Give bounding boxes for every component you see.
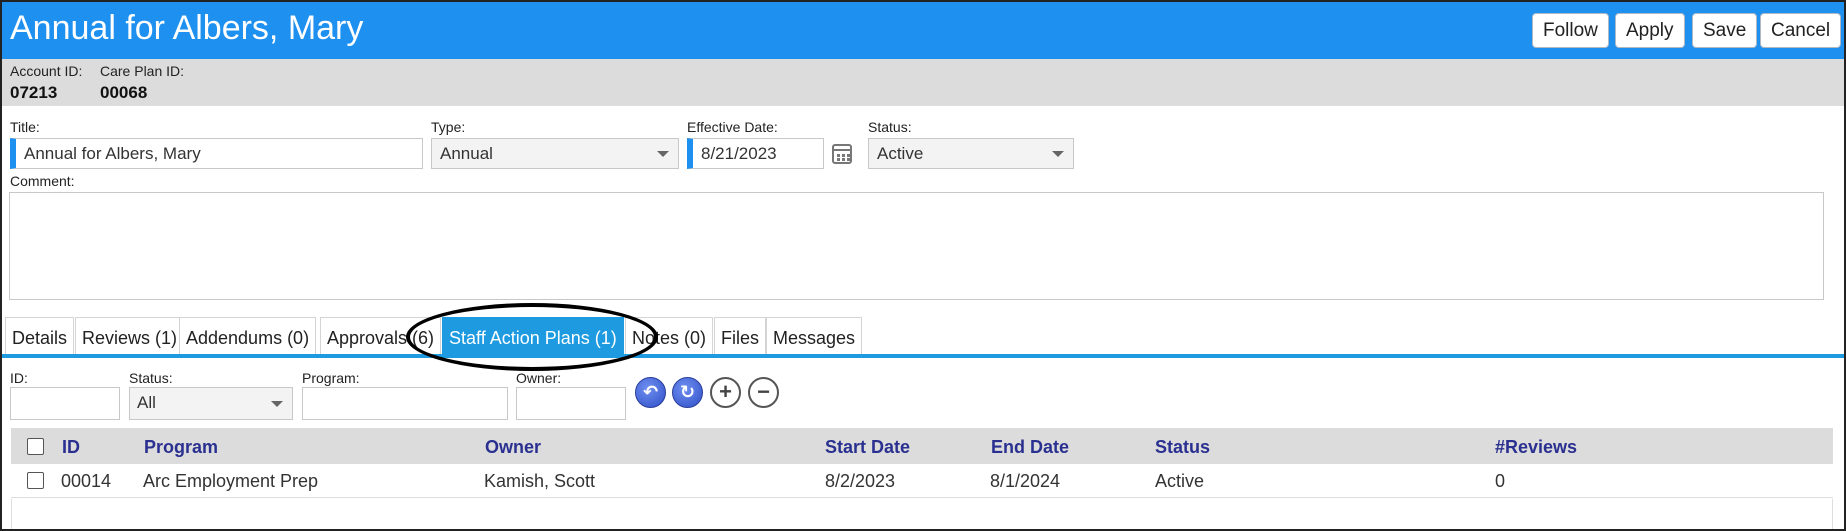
filter-program-input[interactable]	[302, 387, 508, 420]
cell-id: 00014	[61, 471, 112, 491]
tab-approvals[interactable]: Approvals (6)	[320, 317, 442, 355]
plus-icon[interactable]: +	[710, 377, 741, 408]
cancel-button[interactable]: Cancel	[1760, 13, 1842, 48]
cell-owner: Kamish, Scott	[484, 471, 596, 491]
chevron-down-icon	[657, 151, 669, 157]
comment-label: Comment:	[10, 173, 75, 189]
effective-date-field[interactable]: 8/21/2023	[687, 138, 824, 169]
filter-owner-label: Owner:	[516, 370, 562, 386]
filter-status-label: Status:	[129, 370, 173, 386]
status-label: Status:	[868, 119, 912, 135]
tab-reviews[interactable]: Reviews (1)	[75, 317, 185, 355]
tab-notes[interactable]: Notes (0)	[625, 317, 714, 355]
tab-addendums[interactable]: Addendums (0)	[179, 317, 317, 355]
care-plan-id-value: 00068	[100, 83, 148, 102]
undo-icon[interactable]: ↶	[635, 377, 666, 408]
tab-staff-action-plans[interactable]: Staff Action Plans (1)	[442, 317, 624, 355]
grid-empty-area	[11, 499, 1833, 529]
effective-date-label: Effective Date:	[687, 119, 778, 135]
cell-reviews: 0	[1495, 471, 1506, 491]
filter-program-label: Program:	[302, 370, 360, 386]
apply-button[interactable]: Apply	[1615, 13, 1685, 48]
column-header-start-date[interactable]: Start Date	[825, 437, 910, 458]
status-select-value: Active	[877, 144, 924, 163]
filter-owner-input[interactable]	[516, 387, 626, 420]
minus-icon[interactable]: −	[748, 377, 779, 408]
column-header-end-date[interactable]: End Date	[991, 437, 1069, 458]
account-id-value: 07213	[10, 83, 58, 102]
follow-button[interactable]: Follow	[1532, 13, 1609, 48]
refresh-icon[interactable]: ↻	[672, 377, 703, 408]
tab-messages[interactable]: Messages	[766, 317, 863, 355]
row-checkbox[interactable]	[27, 472, 44, 489]
column-header-program[interactable]: Program	[144, 437, 218, 458]
tab-underline	[2, 354, 1844, 358]
type-select-value: Annual	[440, 144, 493, 163]
grid-header: ID Program Owner Start Date End Date Sta…	[11, 428, 1833, 464]
tab-files[interactable]: Files	[714, 317, 767, 355]
chevron-down-icon	[271, 401, 283, 407]
care-plan-id-label: Care Plan ID:	[100, 63, 185, 79]
status-select[interactable]: Active	[868, 138, 1074, 169]
title-bar: Annual for Albers, Mary Follow Apply Sav…	[2, 2, 1844, 59]
table-row[interactable]: 00014 Arc Employment Prep Kamish, Scott …	[11, 464, 1833, 498]
filter-id-input[interactable]	[10, 387, 120, 420]
care-plan-window: Annual for Albers, Mary Follow Apply Sav…	[0, 0, 1846, 531]
column-header-owner[interactable]: Owner	[485, 437, 541, 458]
id-info-band: Account ID: 07213 Care Plan ID: 00068	[2, 59, 1844, 106]
account-id-label: Account ID:	[10, 63, 83, 79]
cell-program: Arc Employment Prep	[143, 471, 319, 491]
filter-id-label: ID:	[10, 370, 28, 386]
chevron-down-icon	[1052, 151, 1064, 157]
select-all-checkbox[interactable]	[27, 438, 44, 455]
type-label: Type:	[431, 119, 466, 135]
title-field[interactable]: Annual for Albers, Mary	[10, 138, 423, 169]
type-select[interactable]: Annual	[431, 138, 679, 169]
cell-end-date: 8/1/2024	[990, 471, 1061, 491]
column-header-status[interactable]: Status	[1155, 437, 1210, 458]
cell-status: Active	[1155, 471, 1205, 491]
title-label: Title:	[10, 119, 40, 135]
save-button[interactable]: Save	[1692, 13, 1758, 48]
filter-status-select[interactable]: All	[129, 387, 293, 420]
page-title: Annual for Albers, Mary	[10, 9, 364, 47]
column-header-id[interactable]: ID	[62, 437, 80, 458]
tab-details[interactable]: Details	[5, 317, 75, 355]
calendar-icon[interactable]	[832, 144, 852, 164]
column-header-reviews[interactable]: #Reviews	[1495, 437, 1577, 458]
comment-textarea[interactable]	[9, 192, 1824, 300]
filter-status-value: All	[137, 393, 156, 412]
cell-start-date: 8/2/2023	[825, 471, 896, 491]
